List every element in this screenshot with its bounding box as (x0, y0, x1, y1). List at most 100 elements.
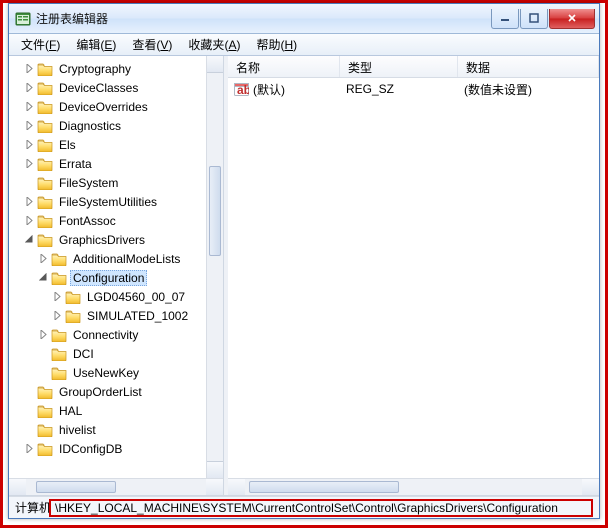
tree-node[interactable]: Connectivity (9, 325, 223, 344)
folder-icon (37, 442, 53, 456)
folder-icon (37, 157, 53, 171)
expander-icon[interactable] (23, 63, 35, 75)
tree-node[interactable]: DCI (9, 344, 223, 363)
string-value-icon (234, 82, 249, 97)
tree-node[interactable]: UseNewKey (9, 363, 223, 382)
folder-icon (37, 62, 53, 76)
minimize-button[interactable] (491, 9, 519, 29)
tree-node-label: AdditionalModeLists (70, 251, 183, 267)
tree-node[interactable]: Cryptography (9, 59, 223, 78)
column-type[interactable]: 类型 (340, 56, 458, 77)
expander-icon[interactable] (23, 443, 35, 455)
titlebar[interactable]: 注册表编辑器 (9, 4, 599, 34)
tree-node-label: Els (56, 137, 79, 153)
tree-node[interactable]: Configuration (9, 268, 223, 287)
tree-node[interactable]: AdditionalModeLists (9, 249, 223, 268)
tree-node[interactable]: Els (9, 135, 223, 154)
scroll-thumb[interactable] (36, 481, 116, 493)
values-list[interactable]: (默认)REG_SZ(数值未设置) (228, 78, 599, 100)
tree-node[interactable]: GroupOrderList (9, 382, 223, 401)
expander-icon[interactable] (37, 253, 49, 265)
tree-node-label: LGD04560_00_07 (84, 289, 188, 305)
column-name[interactable]: 名称 (228, 56, 340, 77)
close-button[interactable] (549, 9, 595, 29)
expander-icon[interactable] (23, 234, 35, 246)
maximize-button[interactable] (520, 9, 548, 29)
expander-icon[interactable] (51, 310, 63, 322)
expander-icon[interactable] (23, 158, 35, 170)
app-icon (15, 11, 31, 27)
folder-icon (37, 423, 53, 437)
tree-node[interactable]: FontAssoc (9, 211, 223, 230)
registry-tree[interactable]: CryptographyDeviceClasses DeviceOverrides… (9, 56, 223, 458)
tree-node[interactable]: DeviceClasses (9, 78, 223, 97)
expander-icon[interactable] (23, 101, 35, 113)
tree-node[interactable]: LGD04560_00_07 (9, 287, 223, 306)
tree-node[interactable]: HAL (9, 401, 223, 420)
tree-pane: CryptographyDeviceClasses DeviceOverrides… (9, 56, 224, 495)
expander-icon[interactable] (23, 120, 35, 132)
scroll-left-button[interactable] (9, 479, 26, 495)
tree-node-label: GroupOrderList (56, 384, 145, 400)
scroll-up-button[interactable] (207, 56, 223, 73)
folder-icon (65, 290, 81, 304)
statusbar: 计算机 \HKEY_LOCAL_MACHINE\SYSTEM\CurrentCo… (9, 496, 599, 518)
scroll-right-button[interactable] (206, 479, 223, 495)
scroll-right-button[interactable] (582, 479, 599, 495)
scroll-left-button[interactable] (228, 479, 245, 495)
column-data[interactable]: 数据 (458, 56, 599, 77)
folder-icon (37, 385, 53, 399)
tree-node[interactable]: FileSystem (9, 173, 223, 192)
menu-edit[interactable]: 编辑(E) (68, 34, 124, 55)
list-horizontal-scrollbar[interactable] (228, 478, 599, 495)
menu-view[interactable]: 查看(V) (124, 34, 180, 55)
folder-icon (37, 138, 53, 152)
folder-icon (65, 309, 81, 323)
tree-horizontal-scrollbar[interactable] (9, 478, 223, 495)
tree-node-label: FileSystem (56, 175, 121, 191)
tree-node[interactable]: GraphicsDrivers (9, 230, 223, 249)
tree-node[interactable]: hivelist (9, 420, 223, 439)
tree-node-label: hivelist (56, 422, 99, 438)
tree-node-label: DeviceOverrides (56, 99, 151, 115)
scroll-thumb[interactable] (209, 166, 221, 256)
tree-node-label: HAL (56, 403, 85, 419)
folder-icon (37, 214, 53, 228)
scroll-down-button[interactable] (207, 461, 223, 478)
tree-node-label: Configuration (70, 270, 147, 286)
tree-node[interactable]: DeviceOverrides (9, 97, 223, 116)
folder-icon (51, 271, 67, 285)
expander-icon[interactable] (23, 215, 35, 227)
tree-node-label: Cryptography (56, 61, 134, 77)
folder-icon (37, 195, 53, 209)
folder-icon (37, 176, 53, 190)
menu-file[interactable]: 文件(F) (13, 34, 68, 55)
status-path: \HKEY_LOCAL_MACHINE\SYSTEM\CurrentContro… (49, 499, 593, 517)
tree-node[interactable]: FileSystemUtilities (9, 192, 223, 211)
expander-icon[interactable] (23, 139, 35, 151)
menubar: 文件(F) 编辑(E) 查看(V) 收藏夹(A) 帮助(H) (9, 34, 599, 56)
folder-icon (37, 233, 53, 247)
expander-icon[interactable] (23, 82, 35, 94)
menu-help[interactable]: 帮助(H) (248, 34, 305, 55)
values-pane: 名称 类型 数据 (默认)REG_SZ(数值未设置) (228, 56, 599, 495)
expander-icon[interactable] (37, 272, 49, 284)
tree-node[interactable]: Diagnostics (9, 116, 223, 135)
tree-node[interactable]: IDConfigDB (9, 439, 223, 458)
scroll-thumb[interactable] (249, 481, 399, 493)
value-type: REG_SZ (340, 82, 458, 96)
tree-node[interactable]: Errata (9, 154, 223, 173)
expander-icon[interactable] (51, 291, 63, 303)
tree-node-label: DCI (70, 346, 97, 362)
window-title: 注册表编辑器 (36, 10, 490, 27)
tree-node-label: UseNewKey (70, 365, 142, 381)
expander-icon[interactable] (37, 329, 49, 341)
tree-node[interactable]: SIMULATED_1002 (9, 306, 223, 325)
tree-node-label: Errata (56, 156, 95, 172)
value-data: (数值未设置) (458, 81, 599, 98)
tree-vertical-scrollbar[interactable] (206, 56, 223, 478)
expander-icon[interactable] (23, 196, 35, 208)
registry-editor-window: 注册表编辑器 文件(F) 编辑(E) 查看(V) 收藏夹(A) 帮助(H) Cr… (8, 3, 600, 519)
menu-favorites[interactable]: 收藏夹(A) (180, 34, 248, 55)
value-row[interactable]: (默认)REG_SZ(数值未设置) (228, 80, 599, 98)
